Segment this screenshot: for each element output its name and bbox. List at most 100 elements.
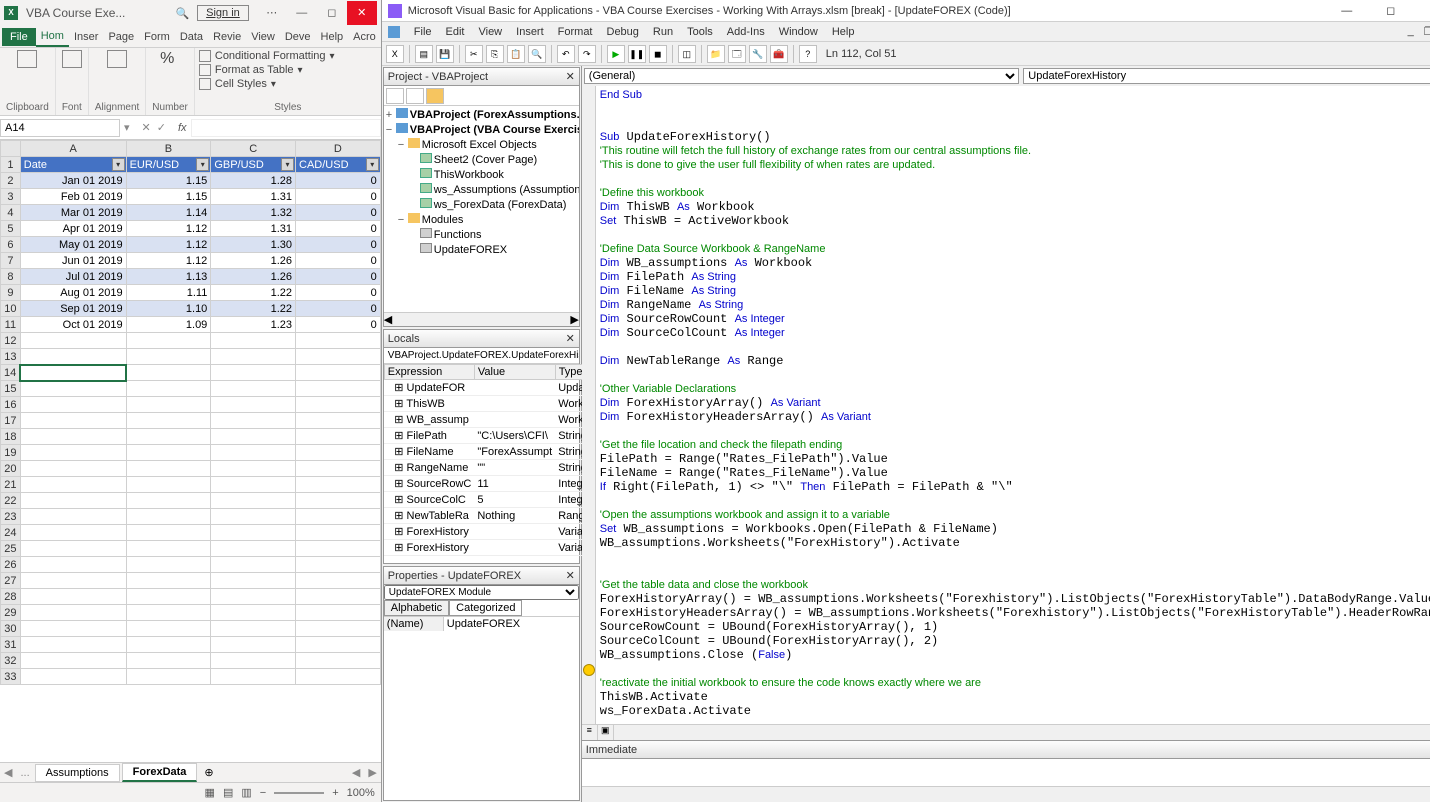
format-as-table-button[interactable]: Format as Table ▾ xyxy=(199,64,377,76)
pagelayout-view-icon[interactable]: ▤ xyxy=(223,786,233,799)
row-header[interactable]: 8 xyxy=(1,269,21,285)
select-all[interactable] xyxy=(1,141,21,157)
cell[interactable] xyxy=(20,589,126,605)
cell[interactable] xyxy=(211,381,296,397)
expand-icon[interactable]: − xyxy=(386,123,396,138)
cell[interactable]: 1.26 xyxy=(211,253,296,269)
object-dropdown[interactable]: (General) xyxy=(584,68,1019,84)
cell[interactable] xyxy=(20,445,126,461)
row-header[interactable]: 30 xyxy=(1,621,21,637)
cell[interactable]: 1.13 xyxy=(126,269,211,285)
cell[interactable]: 0 xyxy=(296,221,381,237)
cell[interactable] xyxy=(296,541,381,557)
conditional-formatting-button[interactable]: Conditional Formatting ▾ xyxy=(199,50,377,62)
cell[interactable] xyxy=(126,525,211,541)
sheet-tab-forexdata[interactable]: ForexData xyxy=(122,763,198,782)
procedure-view-icon[interactable]: ≡ xyxy=(582,725,598,740)
cell[interactable]: Sep 01 2019 xyxy=(20,301,126,317)
reset-button[interactable]: ◼ xyxy=(649,45,667,63)
cell[interactable] xyxy=(211,477,296,493)
cell[interactable]: 1.31 xyxy=(211,221,296,237)
cell[interactable] xyxy=(296,621,381,637)
row-header[interactable]: 28 xyxy=(1,589,21,605)
help-button[interactable]: ? xyxy=(799,45,817,63)
cell[interactable] xyxy=(211,589,296,605)
cell[interactable]: Feb 01 2019 xyxy=(20,189,126,205)
zoom-level[interactable]: 100% xyxy=(347,787,375,799)
cell[interactable] xyxy=(126,429,211,445)
menu-window[interactable]: Window xyxy=(779,26,818,38)
cell[interactable] xyxy=(126,541,211,557)
menu-format[interactable]: Format xyxy=(558,26,593,38)
expand-icon[interactable] xyxy=(410,153,420,168)
filter-dropdown-icon[interactable]: ▾ xyxy=(366,158,379,171)
alignment-button[interactable] xyxy=(107,50,127,70)
cell[interactable]: Jul 01 2019 xyxy=(20,269,126,285)
cell[interactable] xyxy=(20,397,126,413)
cell[interactable]: 1.12 xyxy=(126,237,211,253)
expand-icon[interactable]: − xyxy=(398,138,408,153)
tree-node[interactable]: Sheet2 (Cover Page) xyxy=(386,153,577,168)
cell[interactable]: 1.12 xyxy=(126,221,211,237)
row-header[interactable]: 16 xyxy=(1,397,21,413)
cell[interactable]: Apr 01 2019 xyxy=(20,221,126,237)
font-button[interactable] xyxy=(62,50,82,70)
view-code-button[interactable] xyxy=(386,88,404,104)
cell[interactable] xyxy=(296,381,381,397)
row-header[interactable]: 1 xyxy=(1,157,21,173)
toolbox-button[interactable]: 🧰 xyxy=(770,45,788,63)
ribbon-tab[interactable]: Revie xyxy=(208,28,246,46)
menu-addins[interactable]: Add-Ins xyxy=(727,26,765,38)
row-header[interactable]: 20 xyxy=(1,461,21,477)
filter-dropdown-icon[interactable]: ▾ xyxy=(112,158,125,171)
row-header[interactable]: 14 xyxy=(1,365,21,381)
cell[interactable] xyxy=(296,509,381,525)
cell[interactable]: 1.26 xyxy=(211,269,296,285)
row-header[interactable]: 5 xyxy=(1,221,21,237)
close-panel-icon[interactable]: ✕ xyxy=(566,569,575,582)
cell[interactable] xyxy=(20,349,126,365)
cell[interactable] xyxy=(296,477,381,493)
cell[interactable] xyxy=(211,509,296,525)
filter-dropdown-icon[interactable]: ▾ xyxy=(281,158,294,171)
zoom-slider[interactable] xyxy=(274,792,324,794)
ribbon-tab[interactable]: Help xyxy=(316,28,349,46)
mdi-restore-icon[interactable]: ❐ xyxy=(1421,25,1430,38)
tree-node[interactable]: −VBAProject (VBA Course Exercises - xyxy=(386,123,577,138)
cell[interactable] xyxy=(126,333,211,349)
cell[interactable] xyxy=(211,413,296,429)
cell[interactable] xyxy=(211,653,296,669)
row-header[interactable]: 21 xyxy=(1,477,21,493)
menu-file[interactable]: File xyxy=(414,26,432,38)
cell[interactable]: 1.31 xyxy=(211,189,296,205)
ribbon-tab[interactable]: Data xyxy=(175,28,208,46)
cell[interactable] xyxy=(296,493,381,509)
col-header[interactable]: A xyxy=(20,141,126,157)
run-button[interactable]: ▶ xyxy=(607,45,625,63)
cell[interactable]: 1.15 xyxy=(126,189,211,205)
cell[interactable]: Jan 01 2019 xyxy=(20,173,126,189)
cell[interactable]: Mar 01 2019 xyxy=(20,205,126,221)
menu-tools[interactable]: Tools xyxy=(687,26,713,38)
cell[interactable] xyxy=(296,333,381,349)
row-header[interactable]: 24 xyxy=(1,525,21,541)
enter-icon[interactable]: ✓ xyxy=(157,121,166,134)
cell[interactable] xyxy=(296,589,381,605)
view-excel-button[interactable]: X xyxy=(386,45,404,63)
cell[interactable]: 0 xyxy=(296,189,381,205)
cell[interactable] xyxy=(296,413,381,429)
tab-nav-prev-icon[interactable]: ◀ xyxy=(0,766,16,779)
ribbon-tab-home[interactable]: Hom xyxy=(36,27,69,47)
number-button[interactable]: % xyxy=(160,50,180,70)
cell[interactable] xyxy=(20,461,126,477)
immediate-input[interactable] xyxy=(582,759,1430,786)
cell[interactable] xyxy=(20,653,126,669)
cell[interactable] xyxy=(211,365,296,381)
namebox-dd-icon[interactable]: ▾ xyxy=(120,121,134,134)
menu-insert[interactable]: Insert xyxy=(516,26,544,38)
row-header[interactable]: 23 xyxy=(1,509,21,525)
row-header[interactable]: 33 xyxy=(1,669,21,685)
tab-scroll-left-icon[interactable]: ◀ xyxy=(348,766,364,779)
name-box[interactable] xyxy=(0,119,120,137)
cell[interactable] xyxy=(296,605,381,621)
